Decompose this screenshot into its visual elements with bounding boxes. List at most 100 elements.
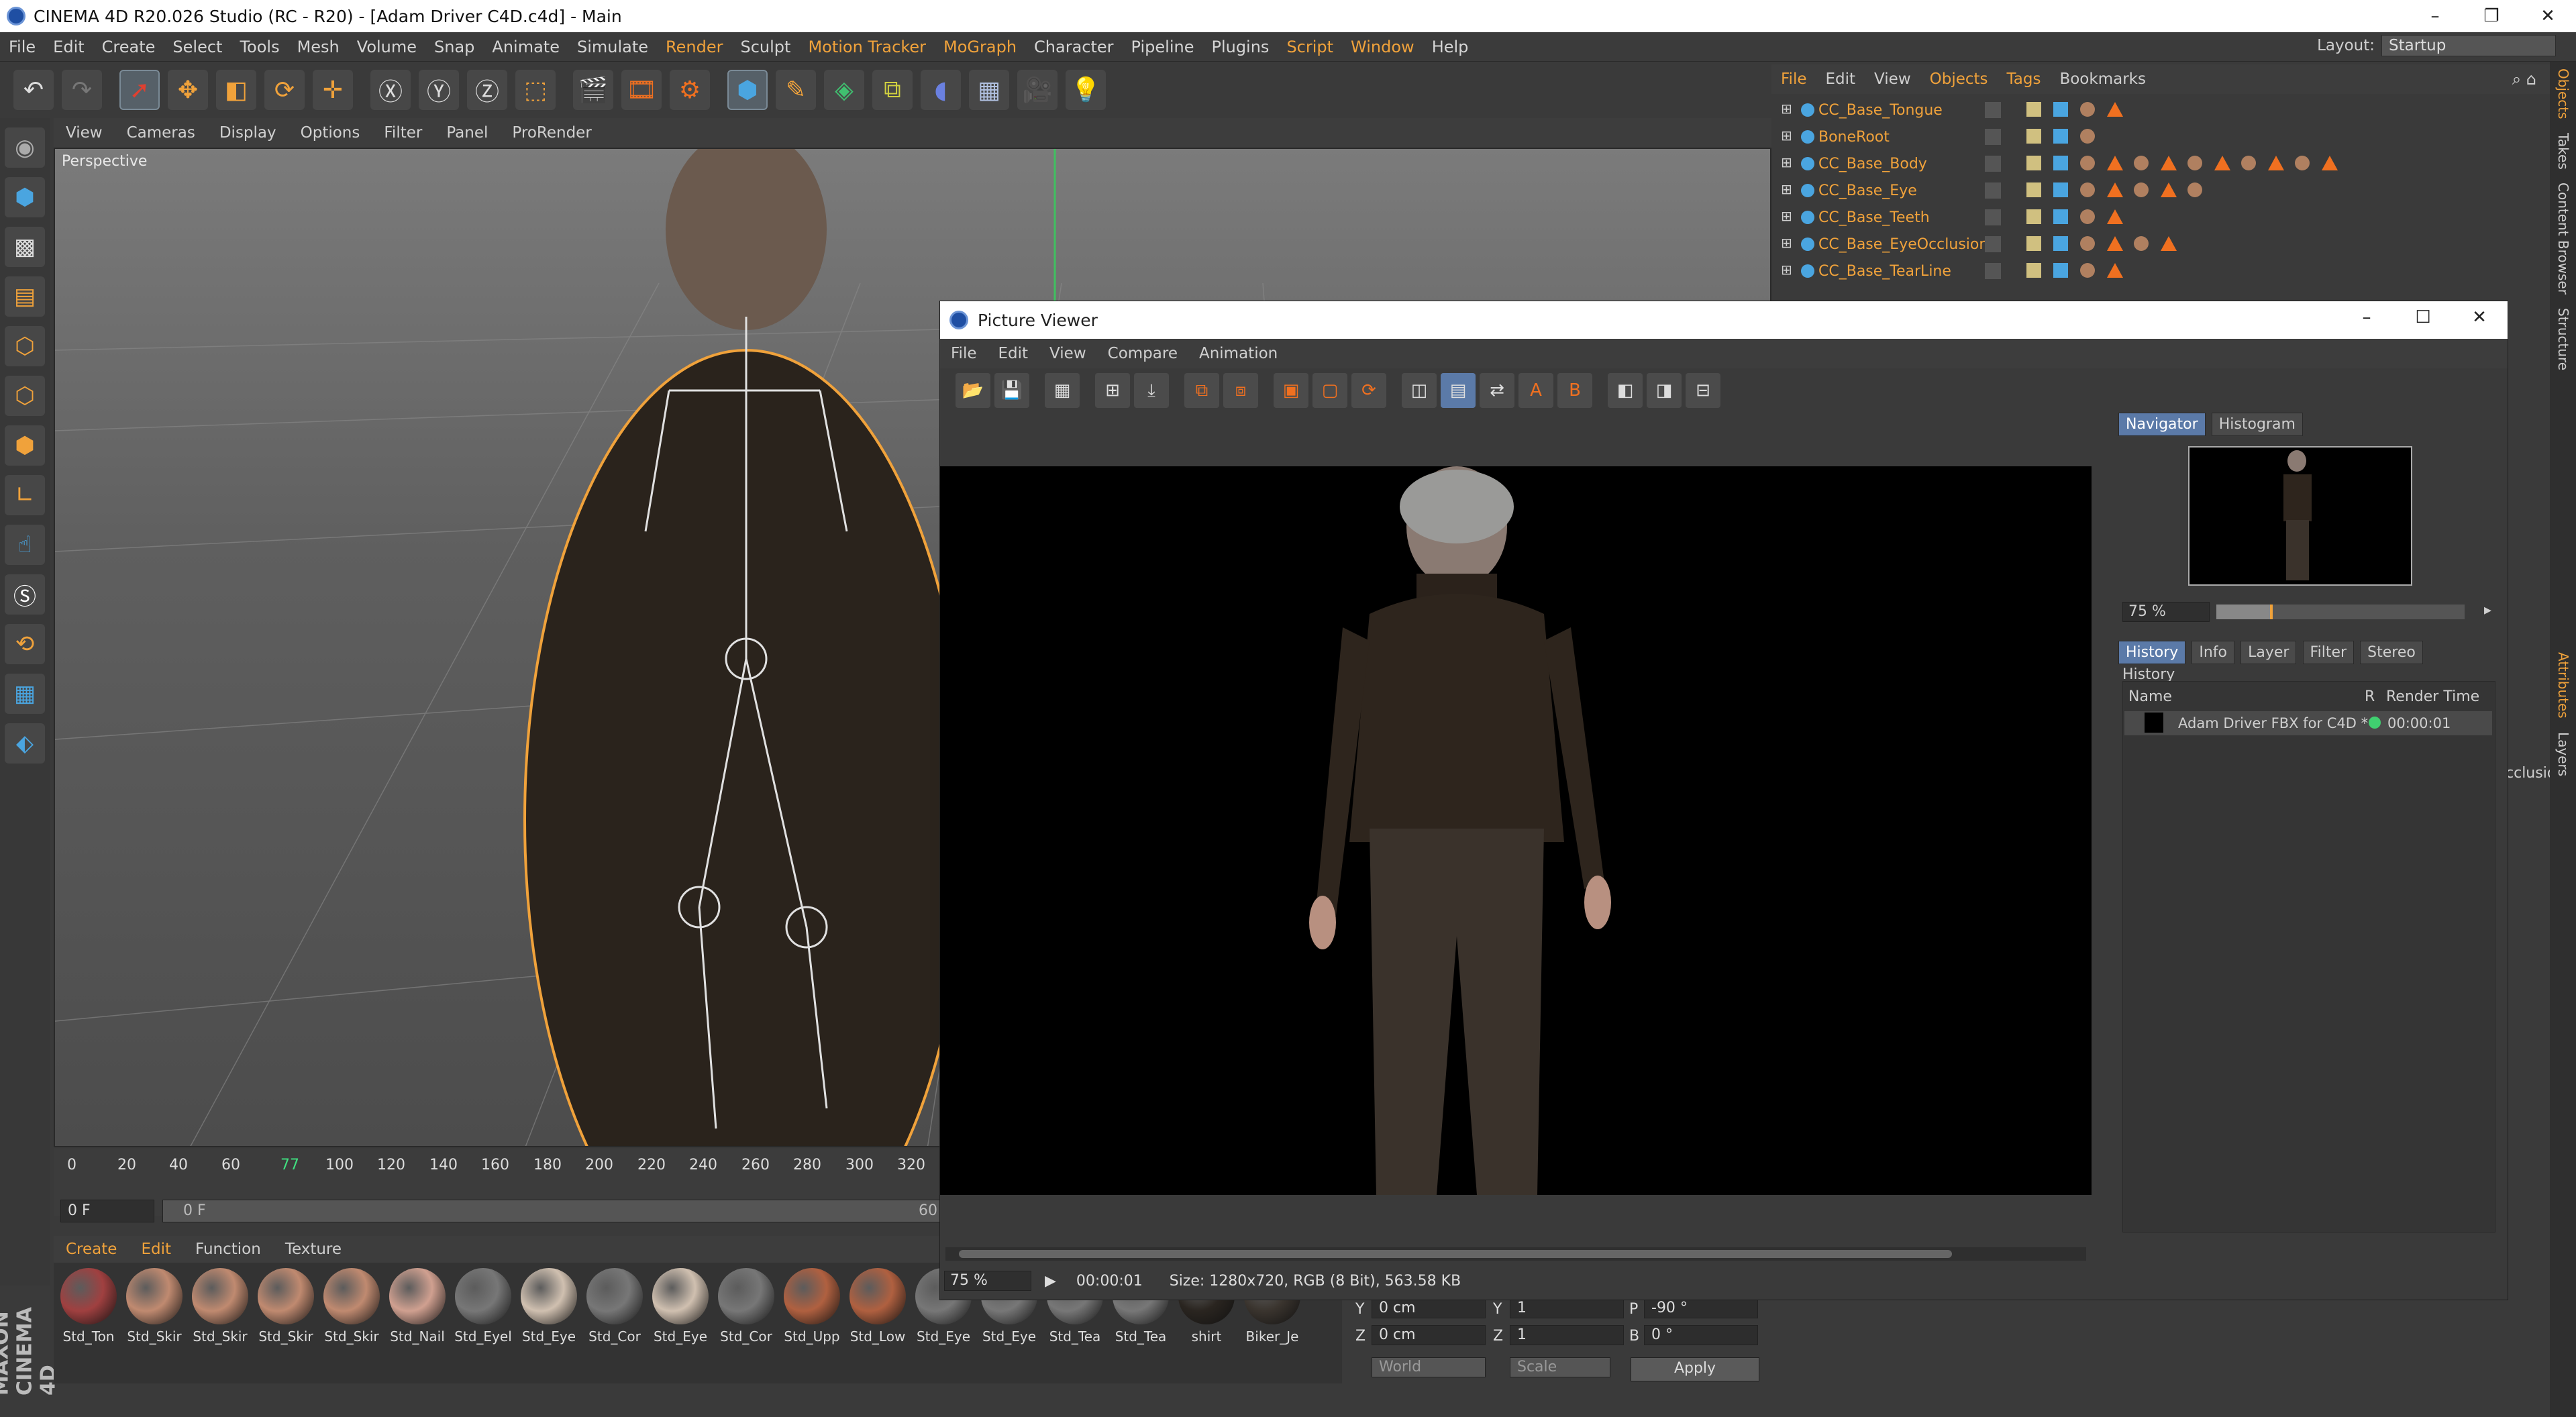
visibility-icon[interactable]: [1985, 263, 2001, 279]
axis-mode-icon[interactable]: ∟: [5, 475, 45, 515]
zoom-arrow-icon[interactable]: ▸: [2484, 602, 2491, 619]
z-size-field[interactable]: 1: [1510, 1325, 1624, 1345]
menu-render[interactable]: Render: [657, 38, 731, 56]
tag-icon[interactable]: [2107, 156, 2123, 170]
search-icon[interactable]: ⌕ ⌂: [2512, 70, 2536, 89]
object-row[interactable]: ⊞ CC_Base_Eye: [1771, 177, 2550, 204]
object-name[interactable]: CC_Base_Teeth: [1818, 209, 1930, 226]
size-mode-dropdown[interactable]: Scale: [1510, 1357, 1610, 1377]
timeline-ruler[interactable]: 0 20 40 60 77 100 120 140 160 180 200 22…: [67, 1157, 939, 1190]
copy-icon[interactable]: ⧉: [1184, 373, 1219, 408]
cloner-icon[interactable]: ⧉: [872, 70, 913, 110]
tag-icon[interactable]: [2080, 209, 2095, 224]
material-swatch[interactable]: Std_Eye: [518, 1268, 580, 1345]
subdivision-icon[interactable]: ◈: [824, 70, 864, 110]
menu-plugins[interactable]: Plugins: [1202, 38, 1278, 56]
p-rotation-field[interactable]: -90 °: [1644, 1298, 1758, 1318]
model-mode-icon[interactable]: ⬢: [5, 177, 45, 217]
tab-histogram[interactable]: Histogram: [2211, 413, 2303, 436]
expand-icon[interactable]: ⊞: [1781, 181, 1792, 197]
tag-icon[interactable]: [2080, 182, 2095, 197]
object-row[interactable]: ⊞ BoneRoot: [1771, 123, 2550, 150]
menu-window[interactable]: Window: [1342, 38, 1423, 56]
object-row[interactable]: ⊞ CC_Base_EyeOcclusion: [1771, 231, 2550, 258]
expand-icon[interactable]: ⊞: [1781, 101, 1792, 117]
deformer-icon[interactable]: ◖: [921, 70, 961, 110]
material-swatch[interactable]: Std_Skir: [255, 1268, 317, 1345]
tag-icon[interactable]: [2053, 102, 2068, 117]
restore-button[interactable]: ❐: [2463, 0, 2520, 32]
cube-icon[interactable]: ⬢: [727, 70, 768, 110]
tag-icon[interactable]: [2026, 263, 2041, 278]
undo-icon[interactable]: ↶: [13, 70, 54, 110]
expand-icon[interactable]: ⊞: [1781, 262, 1792, 278]
camera-icon[interactable]: 🎥: [1017, 70, 1058, 110]
grid-icon[interactable]: ▦: [1045, 373, 1080, 408]
z-axis-icon[interactable]: Ⓩ: [467, 70, 507, 110]
menu-sculpt[interactable]: Sculpt: [731, 38, 799, 56]
tag-icon[interactable]: [2053, 209, 2068, 224]
menu-mograph[interactable]: MoGraph: [935, 38, 1025, 56]
minimize-button[interactable]: –: [2407, 0, 2463, 32]
menu-simulate[interactable]: Simulate: [568, 38, 657, 56]
om-menu-edit[interactable]: Edit: [1816, 70, 1865, 88]
material-swatch[interactable]: Std_Low: [847, 1268, 909, 1345]
pv-close-button[interactable]: ✕: [2451, 301, 2508, 333]
visibility-icon[interactable]: [1985, 182, 2001, 199]
tag-icon[interactable]: [2026, 209, 2041, 224]
viewport-menu-display[interactable]: Display: [207, 124, 289, 142]
tag-icon[interactable]: [2107, 209, 2123, 224]
render-refresh-icon[interactable]: ⟳: [1351, 373, 1386, 408]
om-menu-tags[interactable]: Tags: [1998, 70, 2051, 88]
menu-character[interactable]: Character: [1025, 38, 1123, 56]
tab-takes[interactable]: Takes: [2550, 126, 2576, 176]
edges-mode-icon[interactable]: ⬡: [5, 376, 45, 416]
pen-spline-icon[interactable]: ✎: [776, 70, 816, 110]
tab-structure[interactable]: Structure: [2550, 301, 2576, 377]
material-menu-function[interactable]: Function: [183, 1241, 273, 1258]
pv-menu-edit[interactable]: Edit: [988, 345, 1039, 362]
tag-icon[interactable]: [2107, 263, 2123, 278]
pv-menu-view[interactable]: View: [1039, 345, 1097, 362]
tag-icon[interactable]: [2026, 182, 2041, 197]
z-position-field[interactable]: 0 cm: [1372, 1325, 1486, 1345]
open-icon[interactable]: 📂: [956, 373, 990, 408]
tag-icon[interactable]: [2053, 129, 2068, 144]
tag-icon[interactable]: [2187, 156, 2202, 170]
single-view-icon[interactable]: ▤: [1441, 373, 1476, 408]
material-menu-create[interactable]: Create: [54, 1241, 129, 1258]
tag-icon[interactable]: [2080, 263, 2095, 278]
layout-1-icon[interactable]: ◧: [1608, 373, 1643, 408]
coordinate-system-icon[interactable]: ⬚: [515, 70, 556, 110]
object-row[interactable]: ⊞ CC_Base_Tongue: [1771, 97, 2550, 123]
export-icon[interactable]: ⤓: [1134, 373, 1169, 408]
tag-icon[interactable]: [2241, 156, 2256, 170]
expand-icon[interactable]: ⊞: [1781, 235, 1792, 251]
material-menu-edit[interactable]: Edit: [129, 1241, 183, 1258]
navigator-thumbnail[interactable]: [2188, 446, 2412, 586]
material-swatch[interactable]: Std_Upp: [781, 1268, 843, 1345]
render-horizontal-scrollbar[interactable]: [945, 1247, 2086, 1261]
tag-icon[interactable]: [2322, 156, 2338, 170]
region-render-icon[interactable]: ▣: [1274, 373, 1308, 408]
tag-icon[interactable]: [2026, 156, 2041, 170]
render-view-icon[interactable]: 🎬: [573, 70, 613, 110]
object-row[interactable]: ⊞ CC_Base_Teeth: [1771, 204, 2550, 231]
object-name[interactable]: CC_Base_Body: [1818, 156, 1927, 172]
tag-icon[interactable]: [2134, 236, 2149, 251]
material-menu-texture[interactable]: Texture: [273, 1241, 354, 1258]
visibility-icon[interactable]: [1985, 156, 2001, 172]
planar-workplane-icon[interactable]: ⬖: [5, 723, 45, 764]
expand-icon[interactable]: ⊞: [1781, 208, 1792, 224]
om-menu-objects[interactable]: Objects: [1920, 70, 1998, 88]
move-tool-icon[interactable]: ✥: [168, 70, 208, 110]
pv-maximize-button[interactable]: ☐: [2395, 301, 2451, 333]
tab-stereo[interactable]: Stereo: [2360, 641, 2423, 664]
visibility-icon[interactable]: [1985, 129, 2001, 145]
menu-help[interactable]: Help: [1423, 38, 1478, 56]
tag-icon[interactable]: [2107, 236, 2123, 251]
expand-icon[interactable]: ⊞: [1781, 127, 1792, 144]
om-menu-bookmarks[interactable]: Bookmarks: [2050, 70, 2155, 88]
stack-icon[interactable]: ⧈: [1223, 373, 1258, 408]
tab-filter[interactable]: Filter: [2302, 641, 2355, 664]
